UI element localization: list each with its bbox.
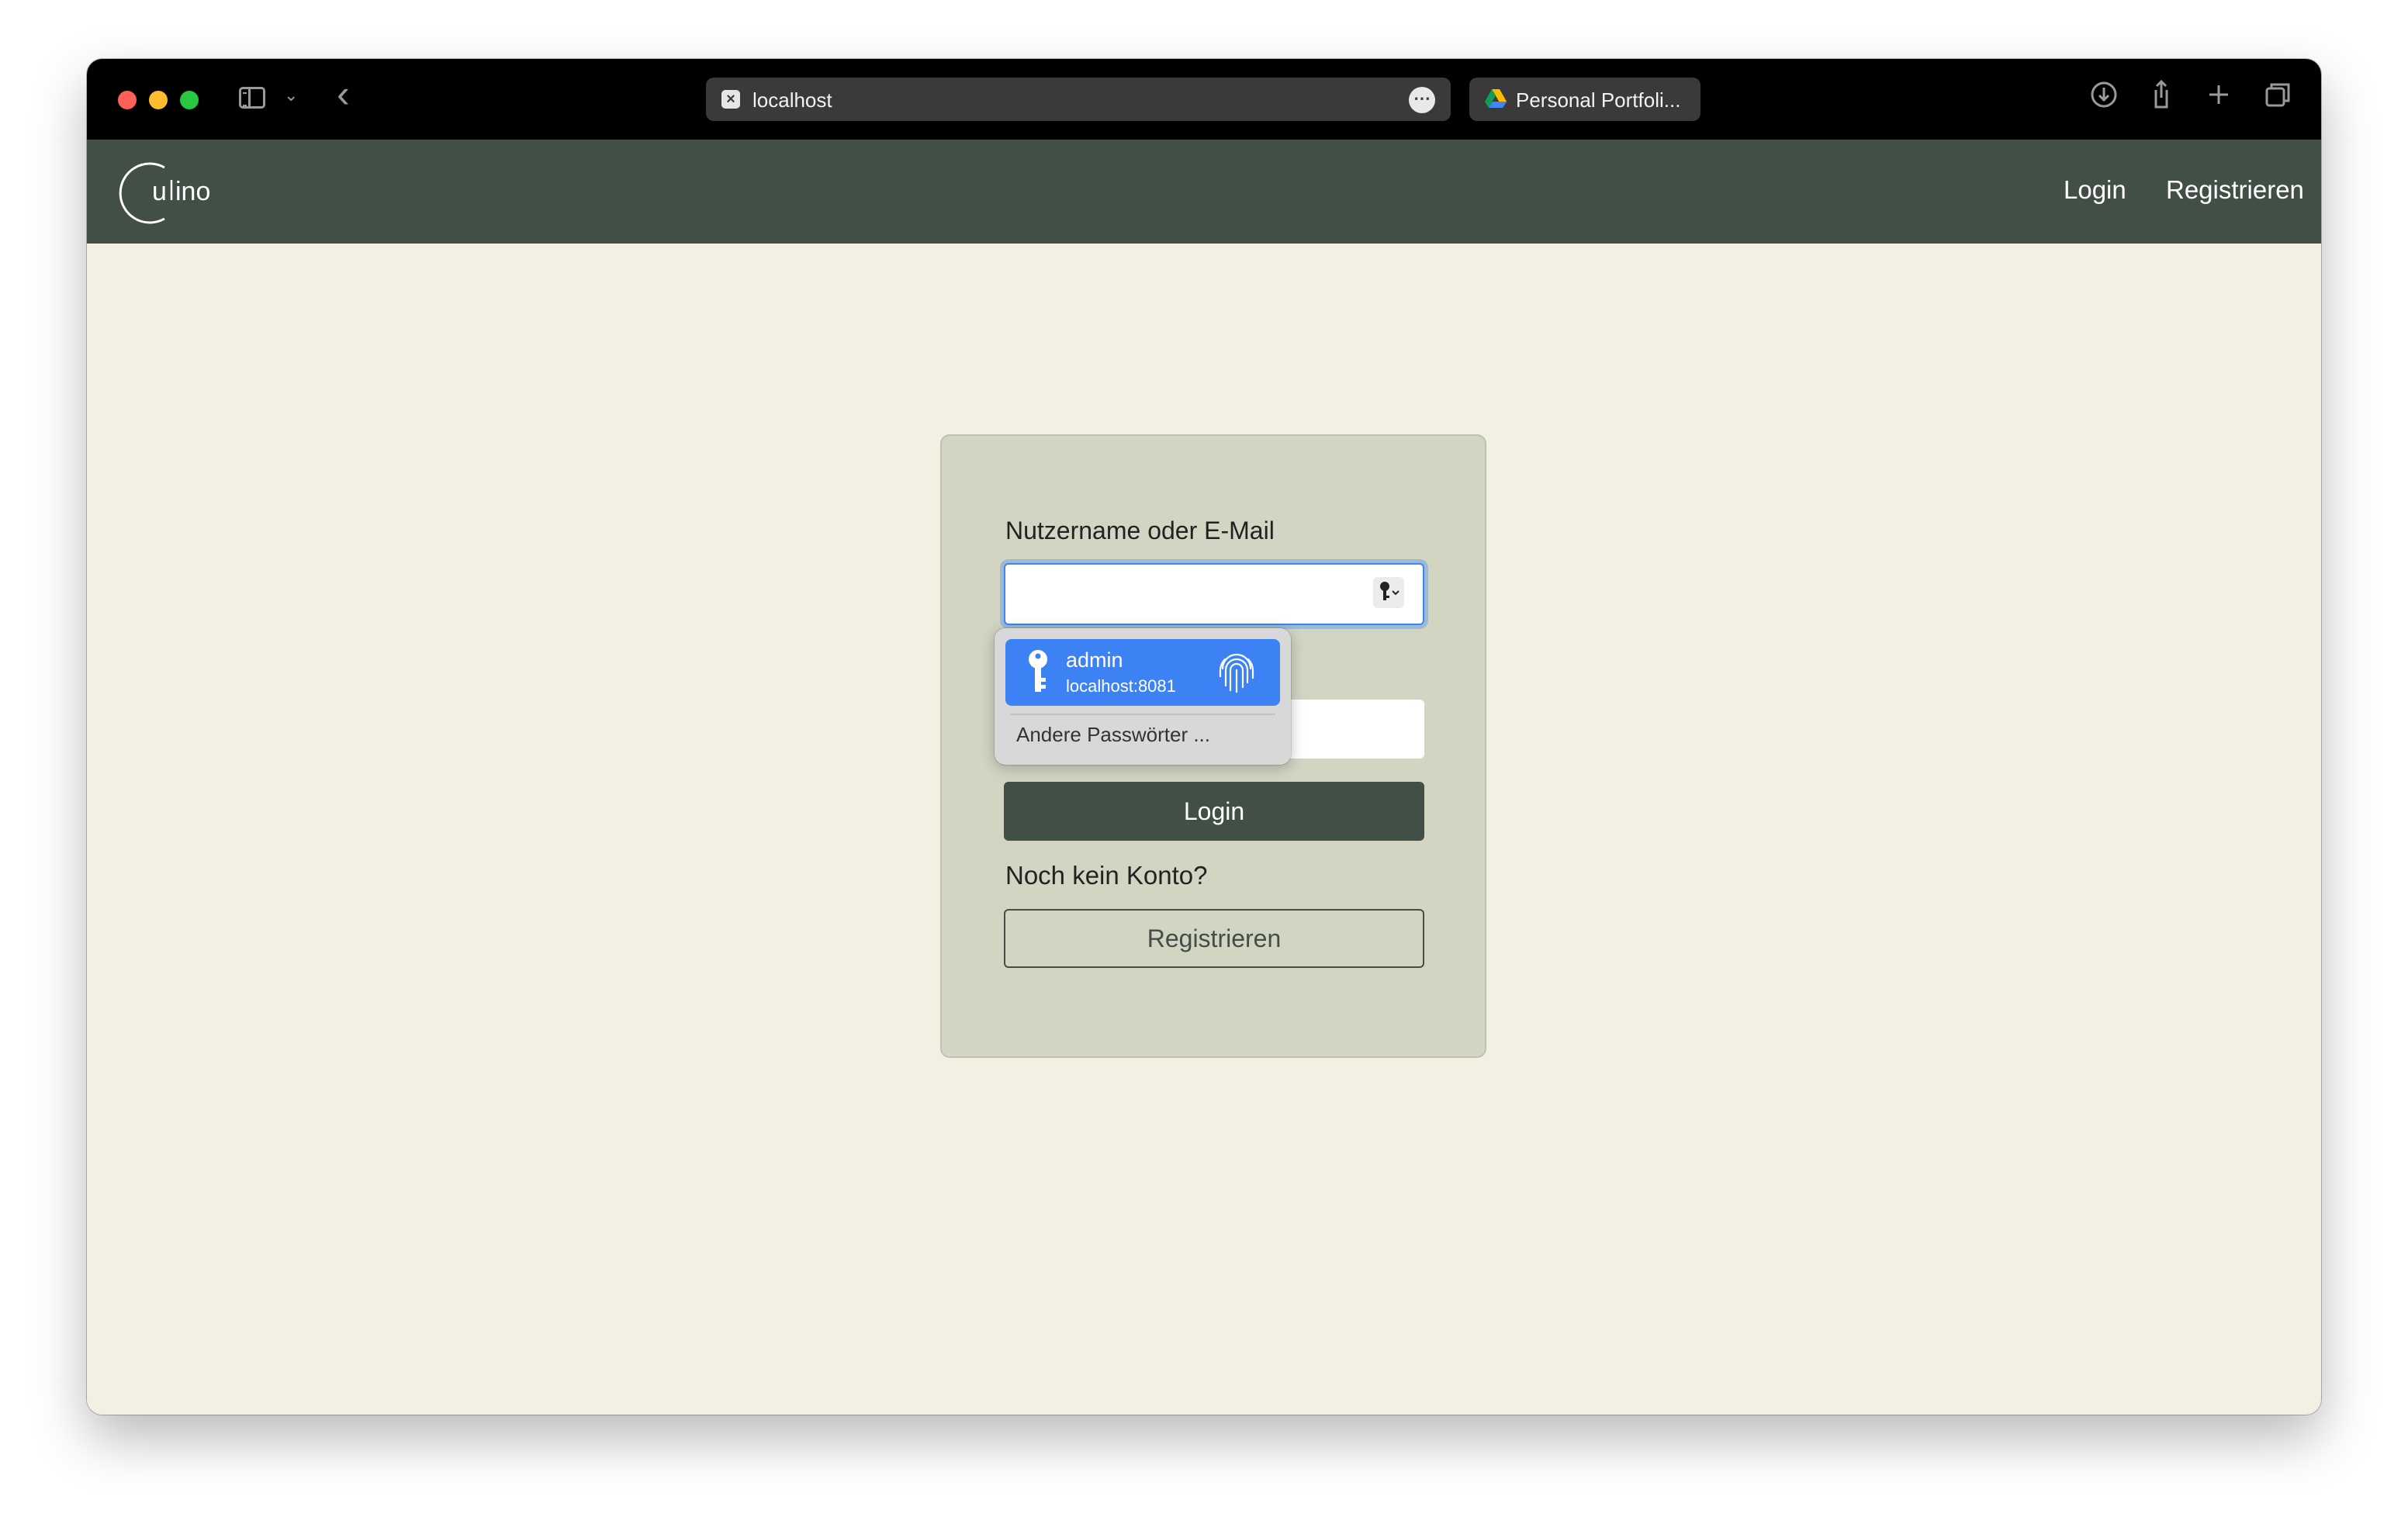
sidebar-icon[interactable] [239,87,265,109]
username-input[interactable] [1004,563,1424,625]
app-navbar: u ino Login Registrieren [87,140,2321,244]
autofill-username: admin [1066,648,1123,672]
key-icon [1380,582,1399,600]
chevron-down-icon[interactable]: ⌄ [284,85,298,105]
download-icon[interactable] [2088,79,2119,110]
maximize-window-button[interactable] [180,91,199,109]
address-bar[interactable]: × localhost ⋯ [706,78,1451,121]
key-icon [1029,650,1047,692]
tab-overview-icon[interactable] [2262,79,2293,110]
no-account-text: Noch kein Konto? [1005,861,1208,890]
nav-register-link[interactable]: Registrieren [2166,175,2304,205]
google-drive-icon [1485,89,1507,108]
page-content: Nutzername oder E-Mail Login Noch kein K… [87,244,2321,1415]
svg-text:u: u [152,177,167,206]
browser-toolbar: ⌄ ‹ × localhost ⋯ Personal Portfoli... [87,59,2321,140]
tab-title: Personal Portfoli... [1516,88,1681,112]
register-button[interactable]: Registrieren [1004,909,1424,968]
culino-logo-icon[interactable]: u ino [110,158,227,228]
browser-window: ⌄ ‹ × localhost ⋯ Personal Portfoli... u… [87,59,2321,1415]
autofill-credential-item[interactable]: admin localhost:8081 [1005,639,1280,706]
svg-text:ino: ino [175,177,210,206]
other-passwords-item[interactable]: Andere Passwörter ... [1016,723,1210,747]
autofill-host: localhost:8081 [1066,676,1176,696]
more-options-icon[interactable]: ⋯ [1409,87,1435,113]
back-arrow-icon[interactable]: ‹ [337,74,350,113]
password-autofill-popup: admin localhost:8081 Andere Passwörter .… [995,628,1291,765]
minimize-window-button[interactable] [149,91,168,109]
username-label: Nutzername oder E-Mail [1005,517,1275,544]
share-icon[interactable] [2146,79,2177,110]
address-text[interactable]: localhost [752,88,832,112]
close-window-button[interactable] [118,91,137,109]
site-favicon-icon: × [721,90,740,109]
nav-login-link[interactable]: Login [2064,175,2126,205]
new-tab-plus-icon[interactable] [2203,79,2234,110]
fingerprint-icon [1219,653,1254,693]
password-key-button[interactable] [1373,577,1404,608]
tab-personal-portfolio[interactable]: Personal Portfoli... [1469,78,1700,121]
login-button[interactable]: Login [1004,782,1424,841]
autofill-separator [1010,714,1275,715]
